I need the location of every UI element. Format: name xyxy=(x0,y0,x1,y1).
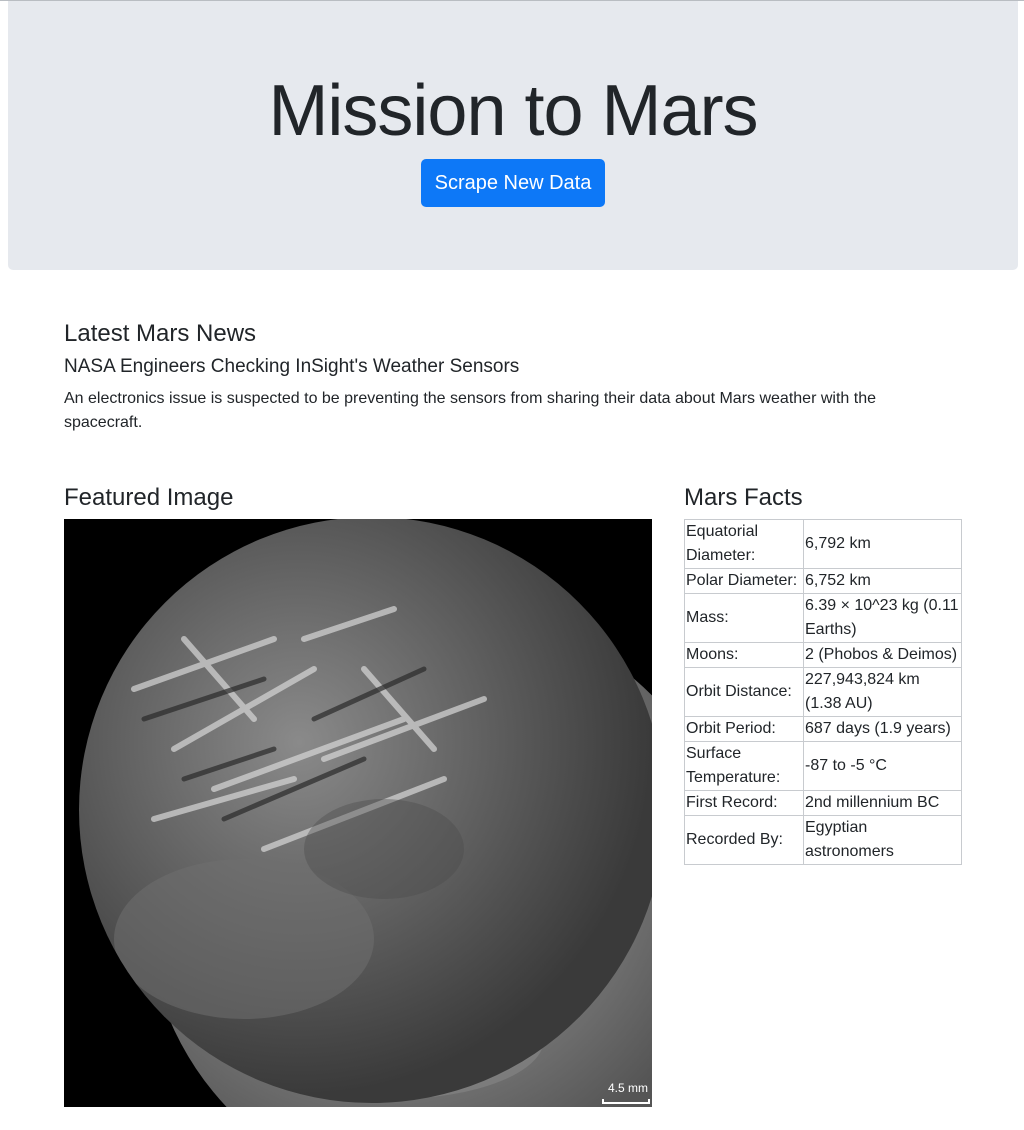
table-row: Equatorial Diameter: 6,792 km xyxy=(684,519,962,569)
fact-value: 227,943,824 km (1.38 AU) xyxy=(803,667,962,717)
news-title: NASA Engineers Checking InSight's Weathe… xyxy=(64,356,520,377)
fact-label: Equatorial Diameter: xyxy=(684,519,804,569)
table-row: Polar Diameter: 6,752 km xyxy=(684,568,962,594)
fact-value: 6,752 km xyxy=(803,568,962,594)
table-row: Moons: 2 (Phobos & Deimos) xyxy=(684,642,962,668)
mars-rock-image xyxy=(64,519,652,1107)
table-row: Orbit Distance: 227,943,824 km (1.38 AU) xyxy=(684,667,962,717)
latest-news-heading: Latest Mars News xyxy=(64,320,257,347)
fact-value: -87 to -5 °C xyxy=(803,741,962,791)
featured-image-heading: Featured Image xyxy=(64,484,234,511)
table-row: Mass: 6.39 × 10^23 kg (0.11 Earths) xyxy=(684,593,962,643)
fact-label: Recorded By: xyxy=(684,815,804,865)
fact-value: 687 days (1.9 years) xyxy=(803,716,962,742)
table-row: Recorded By: Egyptian astronomers xyxy=(684,815,962,865)
fact-label: Moons: xyxy=(684,642,804,668)
fact-label: First Record: xyxy=(684,790,804,816)
fact-label: Orbit Period: xyxy=(684,716,804,742)
table-row: First Record: 2nd millennium BC xyxy=(684,790,962,816)
table-row: Orbit Period: 687 days (1.9 years) xyxy=(684,716,962,742)
mars-facts-table: Equatorial Diameter: 6,792 km Polar Diamet… xyxy=(684,519,962,865)
fact-value: 6.39 × 10^23 kg (0.11 Earths) xyxy=(803,593,962,643)
mars-facts-heading: Mars Facts xyxy=(684,484,803,511)
header-jumbotron: Mission to Mars Scrape New Data xyxy=(8,1,1018,270)
fact-label: Orbit Distance: xyxy=(684,667,804,717)
scale-bar xyxy=(602,1099,650,1104)
fact-value: 2 (Phobos & Deimos) xyxy=(803,642,962,668)
page-title: Mission to Mars xyxy=(268,71,758,151)
table-row: Surface Temperature: -87 to -5 °C xyxy=(684,741,962,791)
fact-value: Egyptian astronomers xyxy=(803,815,962,865)
fact-value: 2nd millennium BC xyxy=(803,790,962,816)
featured-image: 4.5 mm xyxy=(64,519,652,1107)
fact-label: Polar Diameter: xyxy=(684,568,804,594)
fact-label: Surface Temperature: xyxy=(684,741,804,791)
fact-value: 6,792 km xyxy=(803,519,962,569)
news-paragraph: An electronics issue is suspected to be … xyxy=(64,390,876,431)
fact-label: Mass: xyxy=(684,593,804,643)
scale-label: 4.5 mm xyxy=(607,1081,648,1095)
scrape-new-data-button[interactable]: Scrape New Data xyxy=(421,159,605,207)
